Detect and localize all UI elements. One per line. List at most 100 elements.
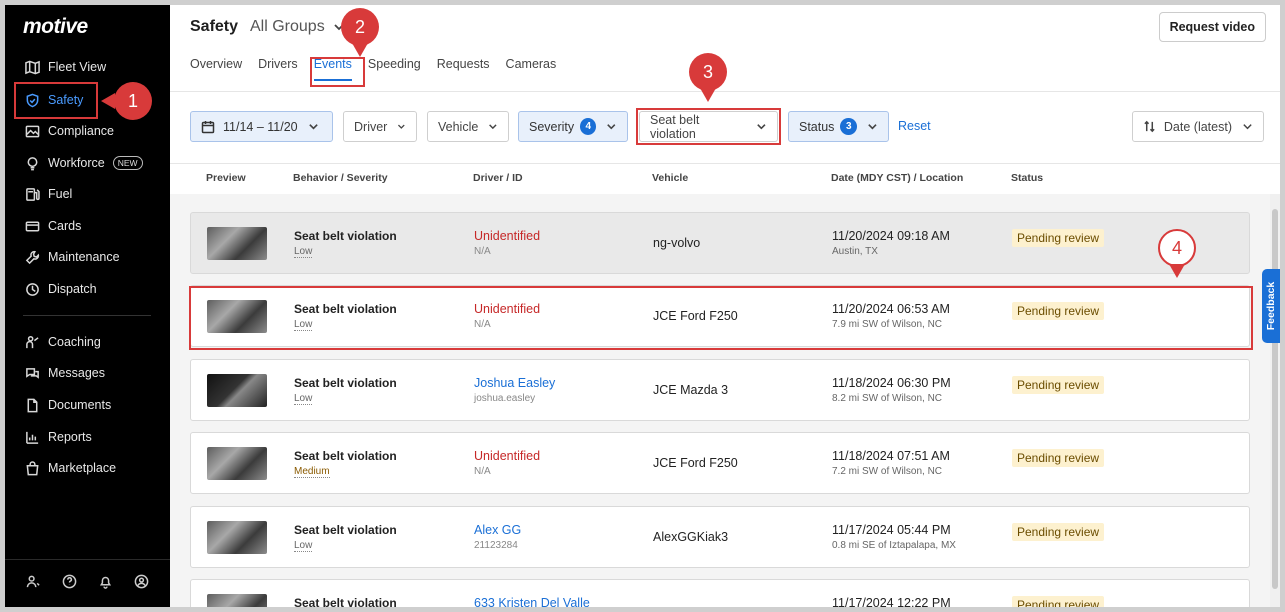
event-row[interactable]: Seat belt violation Low Alex GG 21123284… (190, 506, 1250, 568)
card-icon (24, 218, 40, 234)
driver-id: N/A (474, 246, 491, 257)
severity-label: Low (294, 246, 313, 258)
video-thumbnail[interactable] (207, 594, 267, 607)
status-filter[interactable]: Status 3 (788, 111, 889, 142)
status-badge: Pending review (1012, 376, 1105, 394)
column-header-driver: Driver / ID (473, 172, 523, 184)
user-settings-icon[interactable] (26, 574, 41, 594)
column-header-preview: Preview (206, 172, 246, 184)
events-list: Seat belt violation Low Unidentified N/A… (170, 194, 1280, 607)
event-row-highlight-box (189, 286, 1253, 350)
vehicle-name: ng-volvo (653, 236, 701, 250)
column-header-date: Date (MDY CST) / Location (831, 172, 964, 184)
driver-id: N/A (474, 466, 491, 477)
sidebar-item-cards[interactable]: Cards (13, 211, 160, 241)
image-icon (24, 123, 40, 139)
tab-overview[interactable]: Overview (190, 57, 242, 81)
event-location: Austin, TX (832, 246, 878, 257)
behavior-label: Seat belt violation (294, 449, 397, 463)
chevron-down-icon (868, 124, 877, 130)
video-thumbnail[interactable] (207, 521, 267, 554)
chevron-down-icon (607, 124, 616, 130)
tab-speeding[interactable]: Speeding (368, 57, 421, 81)
callout-marker-3: 3 (689, 53, 727, 91)
scrollbar-thumb[interactable] (1272, 209, 1278, 589)
tab-bar: Overview Drivers Events Speeding Request… (190, 57, 572, 81)
event-row[interactable]: Seat belt violation Medium Unidentified … (190, 432, 1250, 494)
sidebar-item-label: Fuel (48, 187, 73, 201)
driver-filter-label: Driver (354, 119, 388, 134)
severity-label: Medium (294, 466, 330, 478)
sidebar-item-compliance[interactable]: Compliance (13, 116, 160, 146)
driver-name-link[interactable]: Alex GG (474, 523, 521, 537)
request-video-button[interactable]: Request video (1158, 12, 1266, 42)
behavior-label: Seat belt violation (294, 596, 397, 607)
driver-name-link[interactable]: Joshua Easley (474, 376, 555, 390)
behavior-label: Seat belt violation (294, 229, 397, 243)
status-badge: Pending review (1012, 596, 1105, 607)
help-icon[interactable] (62, 574, 77, 594)
document-icon (24, 397, 40, 413)
tab-requests[interactable]: Requests (437, 57, 490, 81)
video-thumbnail[interactable] (207, 227, 267, 260)
event-row[interactable]: Seat belt violation 633 Kristen Del Vall… (190, 579, 1250, 607)
driver-filter[interactable]: Driver (343, 111, 417, 142)
event-datetime: 11/17/2024 05:44 PM (832, 523, 951, 537)
sidebar-item-reports[interactable]: Reports (13, 422, 160, 452)
feedback-tab[interactable]: Feedback (1262, 269, 1280, 343)
event-location: 7.2 mi SW of Wilson, NC (832, 466, 943, 477)
driver-id: 21123284 (474, 540, 518, 551)
scrollbar[interactable] (1270, 194, 1280, 607)
sidebar-item-label: Maintenance (48, 250, 120, 264)
sidebar-item-fleet-view[interactable]: Fleet View (13, 52, 160, 82)
sort-dropdown[interactable]: Date (latest) (1131, 111, 1264, 142)
wrench-icon (24, 249, 40, 265)
status-count-badge: 3 (840, 118, 858, 135)
severity-filter-label: Severity (529, 119, 575, 134)
event-row[interactable]: Seat belt violation Low Joshua Easley jo… (190, 359, 1250, 421)
driver-name-link[interactable]: 633 Kristen Del Valle (474, 596, 590, 607)
callout-marker-4: 4 (1158, 229, 1196, 267)
sidebar-item-dispatch[interactable]: Dispatch (13, 274, 160, 304)
video-thumbnail[interactable] (207, 447, 267, 480)
driver-name: Unidentified (474, 229, 541, 243)
severity-label: Low (294, 540, 313, 552)
sidebar-item-label: Compliance (48, 124, 115, 138)
event-datetime: 11/18/2024 07:51 AM (832, 449, 950, 463)
reset-filters-link[interactable]: Reset (898, 119, 931, 133)
account-icon[interactable] (134, 574, 149, 594)
event-location: 0.8 mi SE of Iztapalapa, MX (832, 540, 956, 551)
video-thumbnail[interactable] (207, 374, 267, 407)
sidebar-item-messages[interactable]: Messages (13, 358, 160, 388)
date-range-filter[interactable]: 11/14 – 11/20 (190, 111, 333, 142)
sidebar-item-label: Cards (48, 219, 82, 233)
severity-filter[interactable]: Severity 4 (518, 111, 628, 142)
sidebar-footer (5, 559, 170, 607)
sidebar-item-coaching[interactable]: Coaching (13, 327, 160, 357)
safety-highlight-box (14, 82, 98, 119)
group-selector[interactable]: All Groups (250, 18, 345, 36)
tab-cameras[interactable]: Cameras (506, 57, 557, 81)
date-range-label: 11/14 – 11/20 (223, 119, 298, 134)
vehicle-filter[interactable]: Vehicle (427, 111, 509, 142)
severity-label: Low (294, 393, 313, 405)
column-header-status: Status (1011, 172, 1044, 184)
sidebar-item-maintenance[interactable]: Maintenance (13, 242, 160, 272)
tab-drivers[interactable]: Drivers (258, 57, 298, 81)
app-window: motive Fleet View Safety Compliance Work… (5, 5, 1280, 607)
coaching-icon (24, 334, 40, 350)
motive-logo[interactable]: motive (23, 15, 88, 39)
sidebar-item-label: Marketplace (48, 461, 117, 475)
sidebar-item-marketplace[interactable]: Marketplace (13, 453, 160, 483)
sidebar-item-label: Coaching (48, 335, 101, 349)
sidebar-item-fuel[interactable]: Fuel (13, 179, 160, 209)
callout-pointer (101, 93, 115, 109)
sidebar-item-workforce[interactable]: Workforce NEW (13, 148, 160, 178)
chevron-down-icon (398, 124, 406, 129)
notification-bell-icon[interactable] (98, 574, 113, 594)
event-row[interactable]: Seat belt violation Low Unidentified N/A… (190, 212, 1250, 274)
column-header-vehicle: Vehicle (652, 172, 689, 184)
callout-marker-1: 1 (114, 82, 152, 120)
sidebar-item-documents[interactable]: Documents (13, 390, 160, 420)
sidebar-item-label: Workforce (48, 156, 105, 170)
